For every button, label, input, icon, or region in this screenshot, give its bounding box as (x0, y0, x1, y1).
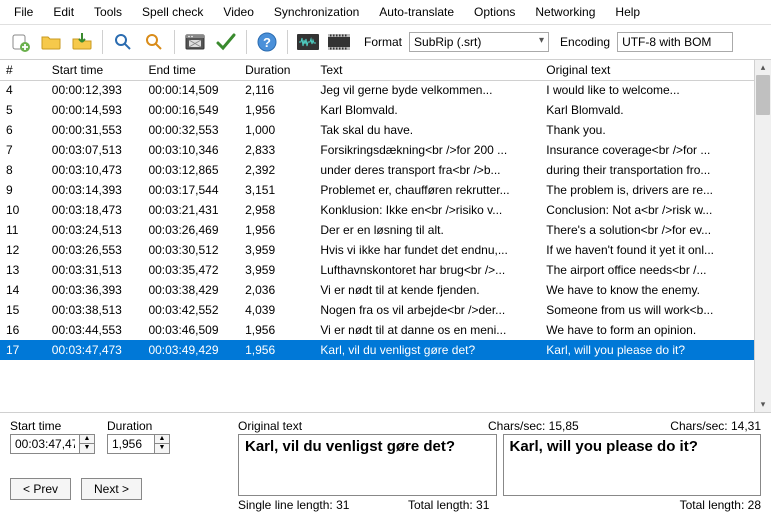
visual-sync-button[interactable] (181, 28, 209, 56)
duration-label: Duration (107, 419, 170, 433)
encoding-input[interactable] (617, 32, 733, 52)
scroll-thumb[interactable] (756, 75, 770, 115)
format-label: Format (364, 35, 402, 49)
dur-up[interactable]: ▲ (155, 435, 169, 444)
col-start[interactable]: Start time (46, 60, 143, 80)
menu-edit[interactable]: Edit (43, 2, 84, 22)
col-original[interactable]: Original text (540, 60, 754, 80)
help-button[interactable]: ? (253, 28, 281, 56)
col-number[interactable]: # (0, 60, 46, 80)
table-row[interactable]: 1200:03:26,55300:03:30,5123,959Hvis vi i… (0, 240, 754, 260)
col-text[interactable]: Text (314, 60, 540, 80)
encoding-label: Encoding (560, 35, 610, 49)
menu-options[interactable]: Options (464, 2, 525, 22)
menu-spell-check[interactable]: Spell check (132, 2, 213, 22)
table-row[interactable]: 900:03:14,39300:03:17,5443,151Problemet … (0, 180, 754, 200)
col-duration[interactable]: Duration (239, 60, 314, 80)
total-length-2: Total length: 28 (628, 498, 761, 512)
menu-auto-translate[interactable]: Auto-translate (369, 2, 464, 22)
table-row[interactable]: 800:03:10,47300:03:12,8652,392under dere… (0, 160, 754, 180)
vertical-scrollbar[interactable]: ▴ ▾ (754, 60, 771, 412)
single-line-length: Single line length: 31 (238, 498, 408, 512)
menu-synchronization[interactable]: Synchronization (264, 2, 369, 22)
svg-text:?: ? (263, 35, 271, 50)
dur-down[interactable]: ▼ (155, 444, 169, 453)
table-row[interactable]: 1000:03:18,47300:03:21,4312,958Konklusio… (0, 200, 754, 220)
table-row[interactable]: 1400:03:36,39300:03:38,4292,036Vi er nød… (0, 280, 754, 300)
next-button[interactable]: Next > (81, 478, 142, 500)
table-row[interactable]: 400:00:12,39300:00:14,5092,116Jeg vil ge… (0, 80, 754, 100)
toolbar: ? Format SubRip (.srt) Encoding (0, 25, 771, 60)
menu-bar: FileEditToolsSpell checkVideoSynchroniza… (0, 0, 771, 25)
format-select[interactable]: SubRip (.srt) (409, 32, 549, 52)
menu-networking[interactable]: Networking (525, 2, 605, 22)
table-row[interactable]: 1300:03:31,51300:03:35,4723,959Lufthavns… (0, 260, 754, 280)
menu-help[interactable]: Help (605, 2, 650, 22)
table-row[interactable]: 500:00:14,59300:00:16,5491,956Karl Blomv… (0, 100, 754, 120)
original-text-label: Original text (238, 419, 488, 433)
start-up[interactable]: ▲ (80, 435, 94, 444)
spellcheck-button[interactable] (212, 28, 240, 56)
save-file-button[interactable] (68, 28, 96, 56)
duration-input[interactable] (107, 434, 155, 454)
scroll-down-button[interactable]: ▾ (755, 397, 771, 412)
replace-button[interactable] (140, 28, 168, 56)
chars-per-sec-2: Chars/sec: 14,31 (628, 419, 761, 433)
find-button[interactable] (109, 28, 137, 56)
table-row[interactable]: 1700:03:47,47300:03:49,4291,956Karl, vil… (0, 340, 754, 360)
start-time-input[interactable] (10, 434, 80, 454)
text-editor-1[interactable]: Karl, vil du venligst gøre det? (238, 434, 497, 496)
table-row[interactable]: 600:00:31,55300:00:32,5531,000Tak skal d… (0, 120, 754, 140)
start-time-label: Start time (10, 419, 95, 433)
col-end[interactable]: End time (142, 60, 239, 80)
table-row[interactable]: 1600:03:44,55300:03:46,5091,956Vi er nød… (0, 320, 754, 340)
editor-panel: Start time ▲▼ Duration ▲▼ < Prev Next > … (0, 412, 771, 516)
table-row[interactable]: 1500:03:38,51300:03:42,5524,039Nogen fra… (0, 300, 754, 320)
waveform-button[interactable] (294, 28, 322, 56)
text-editor-2[interactable]: Karl, will you please do it? (503, 434, 762, 496)
table-row[interactable]: 1100:03:24,51300:03:26,4691,956Der er en… (0, 220, 754, 240)
scroll-up-button[interactable]: ▴ (755, 60, 771, 75)
subtitle-grid[interactable]: # Start time End time Duration Text Orig… (0, 60, 754, 412)
start-down[interactable]: ▼ (80, 444, 94, 453)
menu-video[interactable]: Video (213, 2, 263, 22)
total-length-1: Total length: 31 (408, 498, 628, 512)
new-file-button[interactable] (6, 28, 34, 56)
menu-tools[interactable]: Tools (84, 2, 132, 22)
table-row[interactable]: 700:03:07,51300:03:10,3462,833Forsikring… (0, 140, 754, 160)
open-file-button[interactable] (37, 28, 65, 56)
chars-per-sec-1: Chars/sec: 15,85 (488, 419, 628, 433)
video-button[interactable] (325, 28, 353, 56)
prev-button[interactable]: < Prev (10, 478, 71, 500)
menu-file[interactable]: File (4, 2, 43, 22)
